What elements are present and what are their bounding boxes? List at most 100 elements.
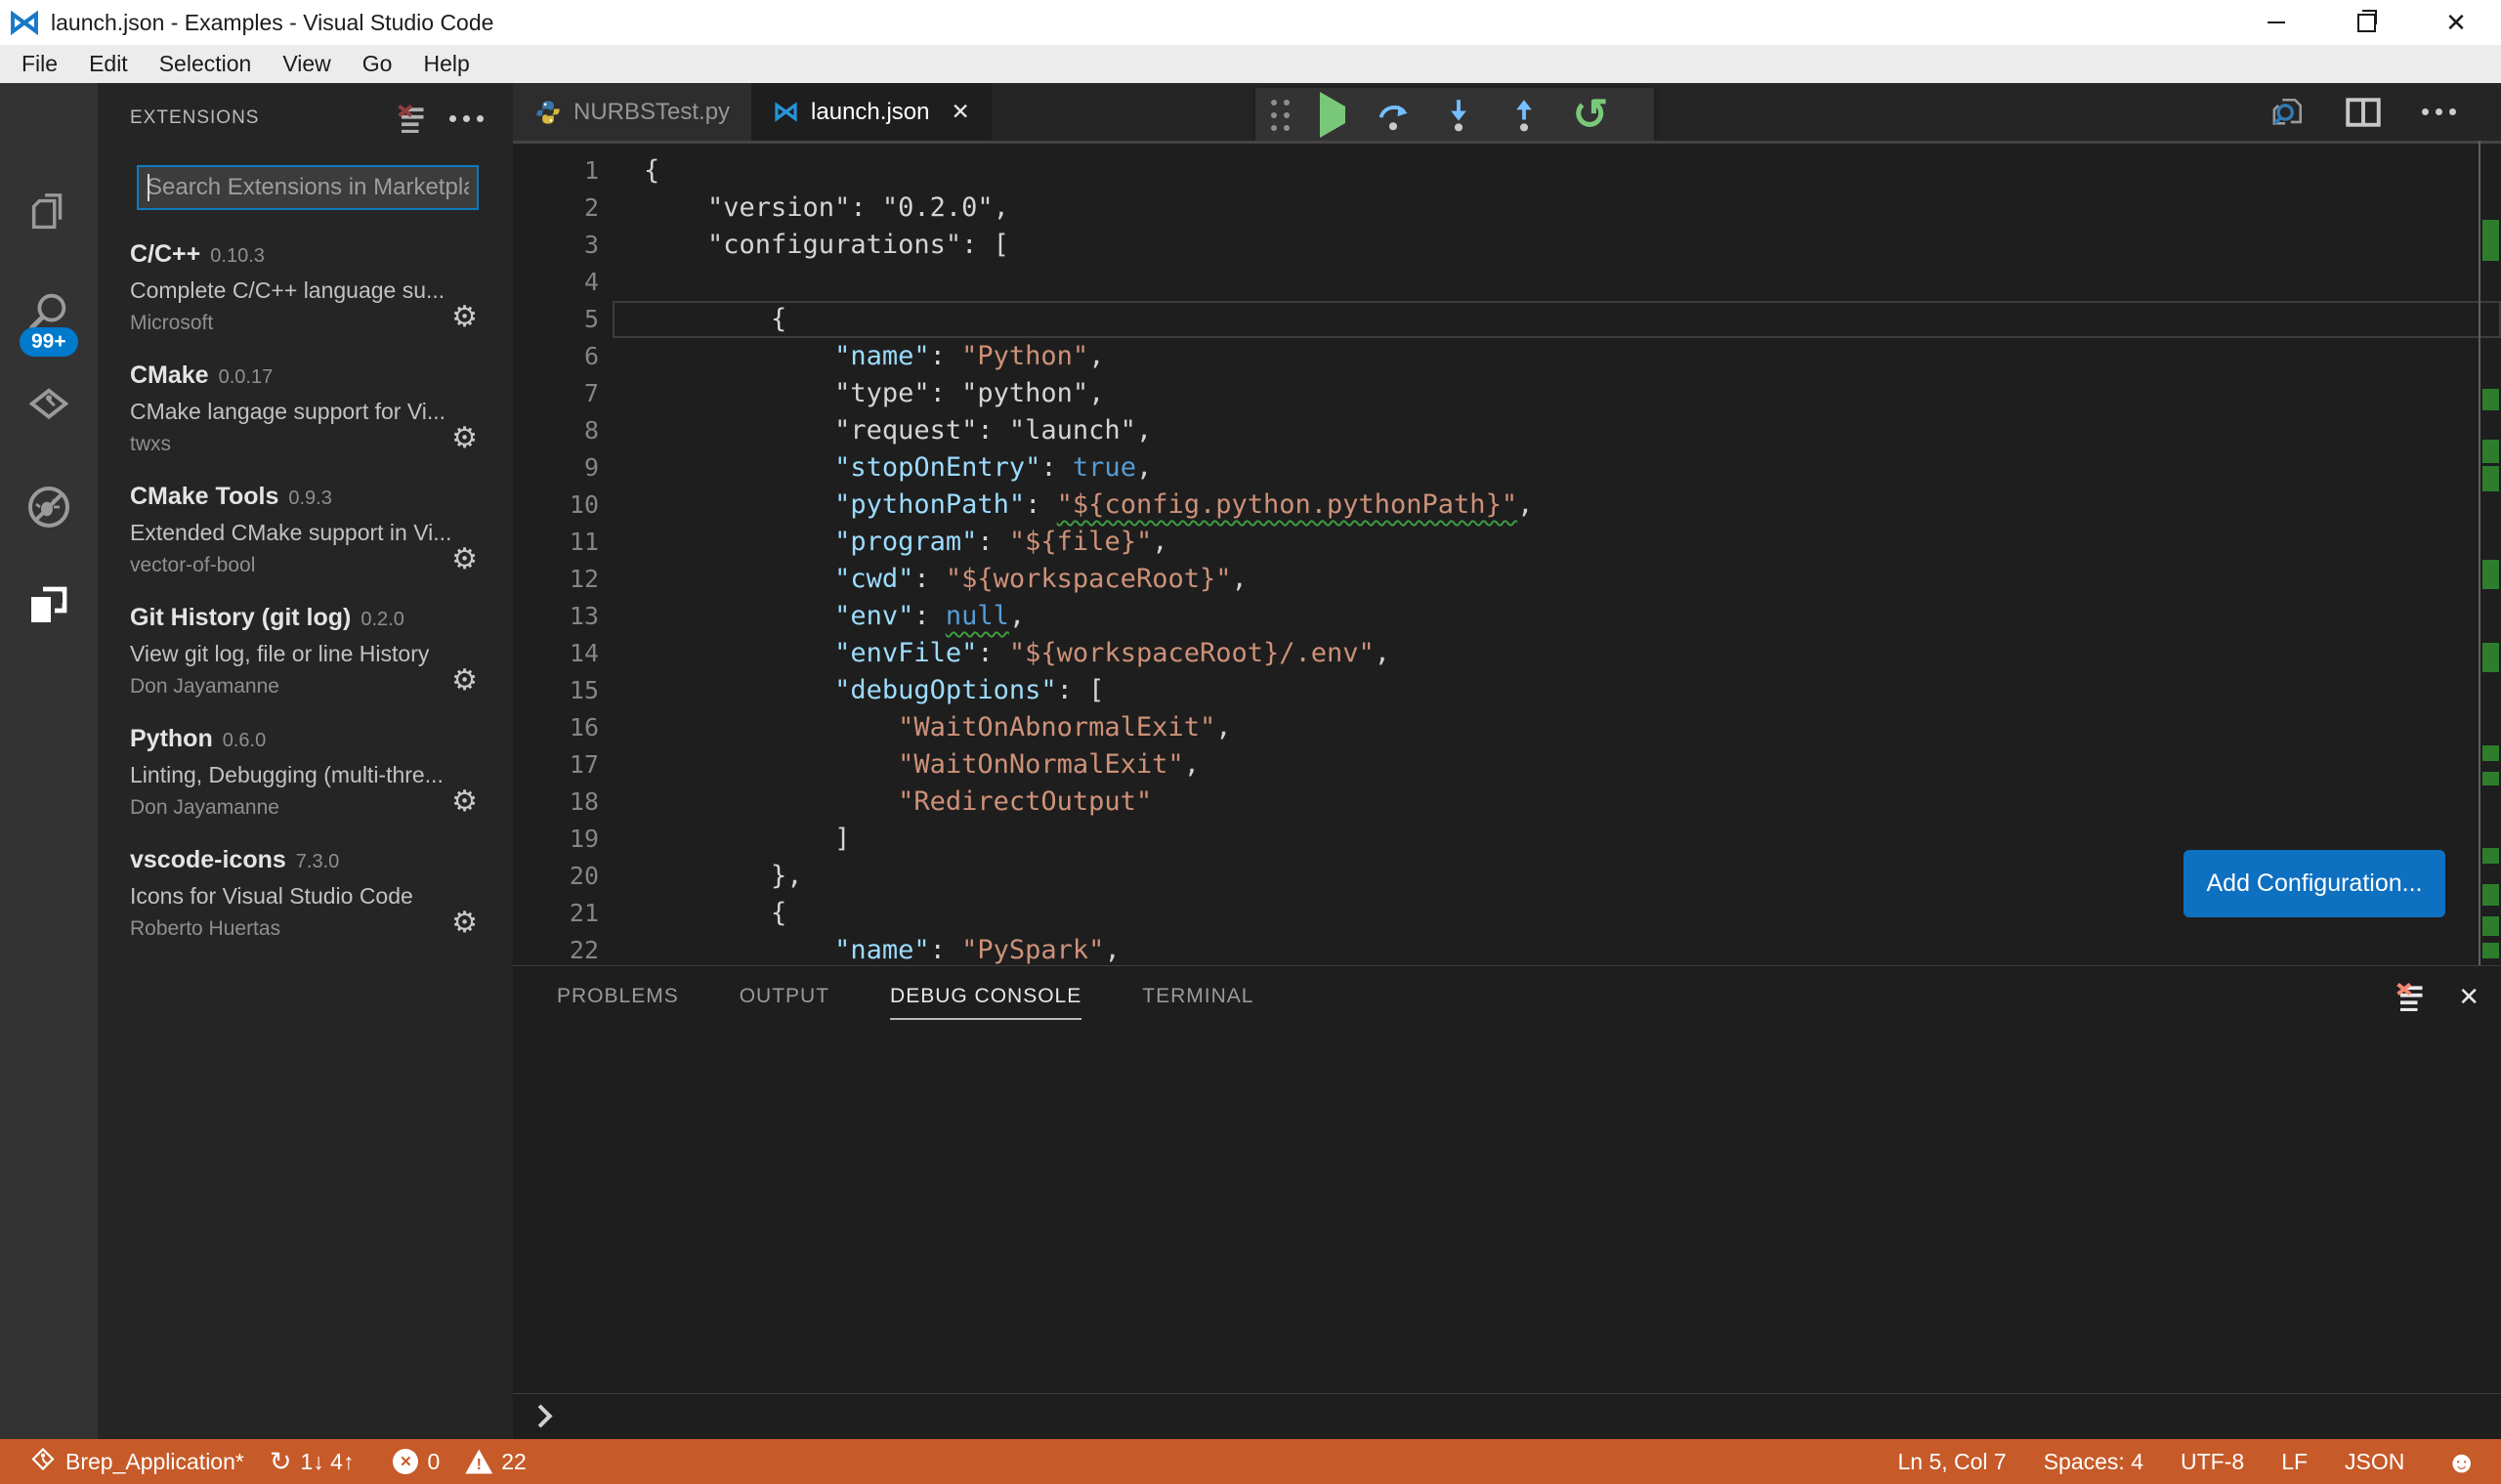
gear-icon[interactable]: ⚙ xyxy=(451,787,478,817)
code-line[interactable]: 8 "request": "launch", xyxy=(513,412,2501,449)
cursor-position[interactable]: Ln 5, Col 7 xyxy=(1897,1449,2006,1475)
debug-toolbar-drag-handle[interactable] xyxy=(1270,100,1290,131)
panel-tab-terminal[interactable]: TERMINAL xyxy=(1142,985,1253,1008)
add-configuration-button[interactable]: Add Configuration... xyxy=(2183,850,2445,917)
step-over-button[interactable] xyxy=(1376,98,1411,133)
gear-icon[interactable]: ⚙ xyxy=(451,666,478,696)
code-line[interactable]: 5 { xyxy=(513,301,2501,338)
error-count[interactable]: ✕ 0 xyxy=(393,1449,440,1475)
line-number: 12 xyxy=(569,565,599,593)
line-content: "cwd": "${workspaceRoot}", xyxy=(834,564,1248,594)
code-line[interactable]: 12 "cwd": "${workspaceRoot}", xyxy=(513,561,2501,598)
encoding[interactable]: UTF-8 xyxy=(2181,1449,2244,1475)
sidebar-item-explorer[interactable] xyxy=(0,167,98,261)
code-line[interactable]: 10 "pythonPath": "${config.python.python… xyxy=(513,487,2501,524)
menu-item-help[interactable]: Help xyxy=(407,45,485,83)
step-into-button[interactable] xyxy=(1441,98,1476,133)
git-branch-status[interactable]: Brep_Application* xyxy=(29,1447,244,1476)
minimize-button[interactable] xyxy=(2231,0,2321,45)
language-mode[interactable]: JSON xyxy=(2345,1449,2404,1475)
menu-item-selection[interactable]: Selection xyxy=(144,45,268,83)
sidebar-item-source-control[interactable] xyxy=(0,362,98,456)
code-line[interactable]: 3 "configurations": [ xyxy=(513,227,2501,264)
code-line[interactable]: 1{ xyxy=(513,152,2501,190)
panel-tab-problems[interactable]: PROBLEMS xyxy=(557,985,679,1008)
clear-extensions-filter-icon[interactable] xyxy=(397,104,426,133)
code-line[interactable]: 16 "WaitOnAbnormalExit", xyxy=(513,709,2501,746)
code-line[interactable]: 17 "WaitOnNormalExit", xyxy=(513,746,2501,784)
tab-nurbstest-py[interactable]: NURBSTest.py xyxy=(513,83,752,141)
panel-tab-debug-console[interactable]: DEBUG CONSOLE xyxy=(890,985,1082,1020)
close-window-button[interactable]: ✕ xyxy=(2411,0,2501,45)
extension-author: twxs xyxy=(130,433,171,455)
gear-icon[interactable]: ⚙ xyxy=(451,303,478,332)
panel-tab-output[interactable]: OUTPUT xyxy=(740,985,829,1008)
gear-icon[interactable]: ⚙ xyxy=(451,545,478,574)
feedback-smiley-icon[interactable]: ☻ xyxy=(2445,1447,2478,1477)
extension-item[interactable]: CMake 0.0.17 CMake langage support for Vi.… xyxy=(98,348,513,469)
tab-close-icon[interactable]: ✕ xyxy=(951,99,969,125)
warning-count[interactable]: ! 22 xyxy=(465,1449,527,1475)
menu-item-view[interactable]: View xyxy=(267,45,346,83)
extension-version: 0.0.17 xyxy=(218,366,274,388)
indentation[interactable]: Spaces: 4 xyxy=(2044,1449,2143,1475)
extension-item[interactable]: vscode-icons 7.3.0 Icons for Visual Studio… xyxy=(98,832,513,954)
line-content: "env": null, xyxy=(834,601,1026,631)
status-bar: Brep_Application* ↻ 1↓ 4↑ ✕ 0 ! 22 Ln 5,… xyxy=(0,1439,2501,1484)
restore-button[interactable] xyxy=(2321,0,2411,45)
code-lines: 1{2 "version": "0.2.0", 3 "configurations… xyxy=(513,152,2501,965)
code-editor[interactable]: 1{2 "version": "0.2.0", 3 "configurations… xyxy=(513,141,2501,965)
more-actions-icon[interactable] xyxy=(449,114,484,122)
code-line[interactable]: 2 "version": "0.2.0", xyxy=(513,190,2501,227)
menu-item-go[interactable]: Go xyxy=(347,45,408,83)
code-line[interactable]: 4 xyxy=(513,264,2501,301)
code-line[interactable]: 22 "name": "PySpark", xyxy=(513,932,2501,965)
extension-item[interactable]: C/C++ 0.10.3 Complete C/C++ language su...… xyxy=(98,227,513,348)
title-bar: ⋈ launch.json - Examples - Visual Studio… xyxy=(0,0,2501,45)
close-panel-icon[interactable]: ✕ xyxy=(2458,982,2480,1012)
continue-button[interactable] xyxy=(1319,92,1345,138)
eol-sequence[interactable]: LF xyxy=(2281,1449,2308,1475)
tab-launch-json[interactable]: ⋈ launch.json ✕ xyxy=(751,83,992,141)
modified-line-mark xyxy=(2482,943,2499,958)
code-line[interactable]: 11 "program": "${file}", xyxy=(513,524,2501,561)
debug-console-input[interactable] xyxy=(513,1393,2501,1439)
code-line[interactable]: 15 "debugOptions": [ xyxy=(513,672,2501,709)
extension-item[interactable]: Python 0.6.0 Linting, Debugging (multi-thr… xyxy=(98,711,513,832)
extensions-icon xyxy=(31,586,67,622)
activity-bar: 99+ xyxy=(0,83,98,1439)
panel-tabs: PROBLEMS OUTPUT DEBUG CONSOLE TERMINAL xyxy=(557,966,1253,1027)
clear-console-icon[interactable] xyxy=(2395,982,2425,1011)
extension-item[interactable]: CMake Tools 0.9.3 Extended CMake support i… xyxy=(98,469,513,590)
code-line[interactable]: 6 "name": "Python", xyxy=(513,338,2501,375)
gear-icon[interactable]: ⚙ xyxy=(451,909,478,938)
close-icon: ✕ xyxy=(2445,7,2467,37)
sync-status[interactable]: ↻ 1↓ 4↑ xyxy=(270,1448,355,1475)
sidebar-item-debug[interactable] xyxy=(0,460,98,554)
restart-button[interactable]: ↺ xyxy=(1572,93,1608,136)
editor-scrollbar[interactable] xyxy=(2479,141,2480,965)
editor-more-actions-icon[interactable] xyxy=(2422,108,2456,115)
modified-line-mark xyxy=(2482,884,2499,906)
gear-icon[interactable]: ⚙ xyxy=(451,424,478,453)
extensions-search-input[interactable] xyxy=(139,167,477,208)
extension-item[interactable]: Git History (git log) 0.2.0 View git log, … xyxy=(98,590,513,711)
code-line[interactable]: 18 "RedirectOutput" xyxy=(513,784,2501,821)
code-line[interactable]: 14 "envFile": "${workspaceRoot}/.env", xyxy=(513,635,2501,672)
sidebar-item-extensions[interactable] xyxy=(0,558,98,652)
menu-item-file[interactable]: File xyxy=(6,45,73,83)
open-preview-icon[interactable] xyxy=(2271,96,2305,129)
menu-item-edit[interactable]: Edit xyxy=(73,45,144,83)
code-line[interactable]: 7 "type": "python", xyxy=(513,375,2501,412)
line-number: 10 xyxy=(569,490,599,519)
extension-description: Extended CMake support in Vi... xyxy=(130,520,452,545)
line-number: 20 xyxy=(569,862,599,890)
source-control-icon xyxy=(28,388,69,420)
code-line[interactable]: 9 "stopOnEntry": true, xyxy=(513,449,2501,487)
extension-name: CMake xyxy=(130,361,209,389)
code-line[interactable]: 13 "env": null, xyxy=(513,598,2501,635)
line-content xyxy=(644,264,2501,301)
split-editor-icon[interactable] xyxy=(2346,97,2381,127)
extension-version: 0.9.3 xyxy=(288,488,332,509)
step-out-button[interactable] xyxy=(1506,98,1542,133)
